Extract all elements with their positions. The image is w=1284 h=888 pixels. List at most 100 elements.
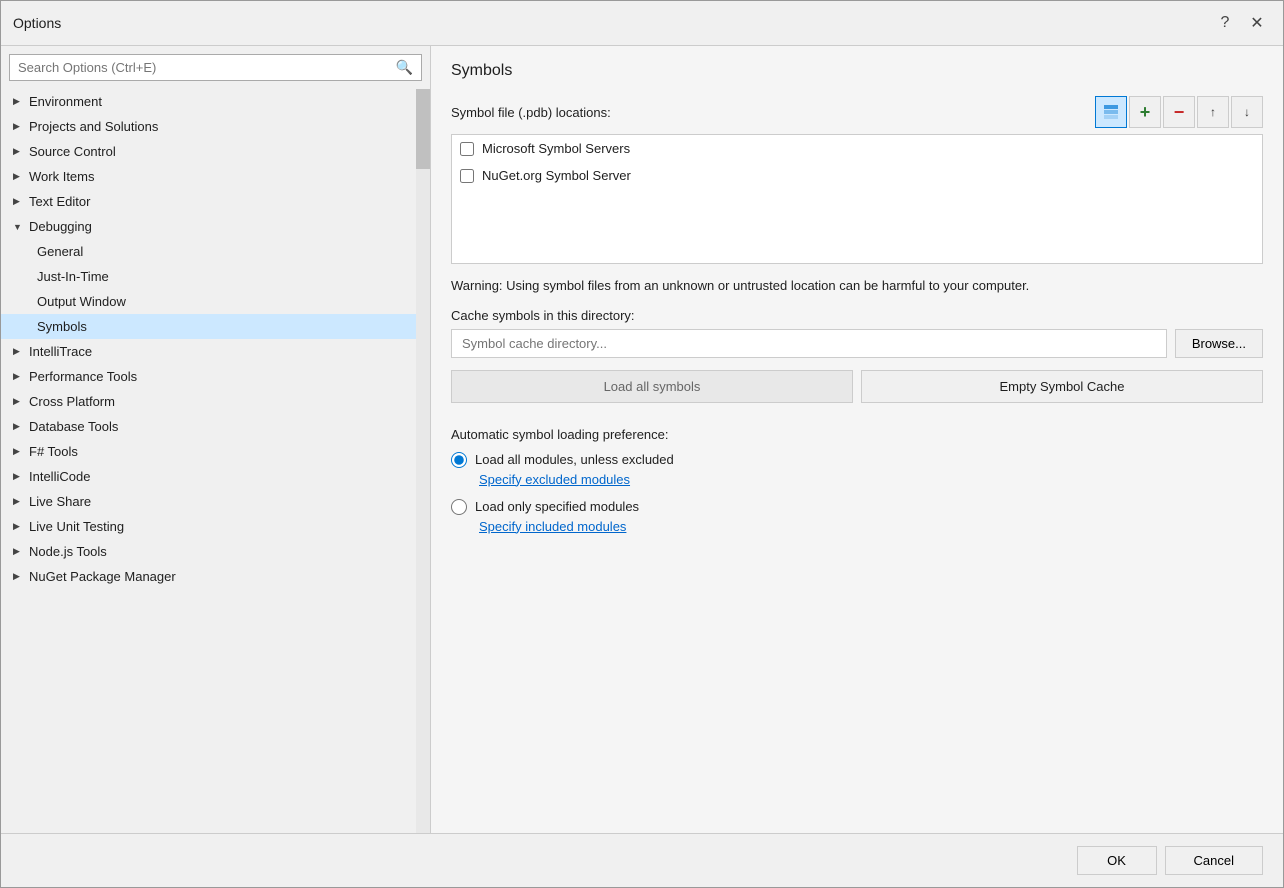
load-specified-radio[interactable] — [451, 499, 467, 515]
chevron-right-icon: ▶ — [13, 546, 25, 557]
chevron-right-icon: ▶ — [13, 96, 25, 107]
sidebar-item-symbols[interactable]: Symbols — [1, 314, 416, 339]
left-panel: 🔍 ▶ Environment ▶ Projects and Solutions — [1, 46, 431, 833]
sidebar-item-debugging[interactable]: ▼ Debugging — [1, 214, 416, 239]
sidebar-item-work-items[interactable]: ▶ Work Items — [1, 164, 416, 189]
load-all-label: Load all modules, unless excluded — [475, 452, 674, 467]
sidebar-item-live-share[interactable]: ▶ Live Share — [1, 489, 416, 514]
sidebar-item-fsharp-tools[interactable]: ▶ F# Tools — [1, 439, 416, 464]
sidebar-item-just-in-time[interactable]: Just-In-Time — [1, 264, 416, 289]
cache-directory-input[interactable] — [451, 329, 1167, 358]
chevron-right-icon: ▶ — [13, 171, 25, 182]
add-button[interactable]: + — [1129, 96, 1161, 128]
dialog-title: Options — [13, 15, 61, 31]
sidebar-item-label: Symbols — [37, 319, 87, 334]
sidebar-item-label: IntelliTrace — [29, 344, 92, 359]
cancel-button[interactable]: Cancel — [1165, 846, 1263, 875]
nuget-symbol-server-checkbox[interactable] — [460, 169, 474, 183]
empty-symbol-cache-button[interactable]: Empty Symbol Cache — [861, 370, 1263, 403]
sidebar-item-live-unit-testing[interactable]: ▶ Live Unit Testing — [1, 514, 416, 539]
chevron-down-icon: ▼ — [13, 222, 25, 232]
sidebar-item-label: NuGet Package Manager — [29, 569, 176, 584]
auto-load-label: Automatic symbol loading preference: — [451, 427, 1263, 442]
sidebar-item-label: Performance Tools — [29, 369, 137, 384]
help-button[interactable]: ? — [1211, 9, 1239, 37]
sidebar-item-text-editor[interactable]: ▶ Text Editor — [1, 189, 416, 214]
sidebar-item-intellitrace[interactable]: ▶ IntelliTrace — [1, 339, 416, 364]
chevron-right-icon: ▶ — [13, 371, 25, 382]
sidebar-item-nuget-package-manager[interactable]: ▶ NuGet Package Manager — [1, 564, 416, 589]
tree-list: ▶ Environment ▶ Projects and Solutions ▶… — [1, 89, 430, 589]
sidebar-item-label: Node.js Tools — [29, 544, 107, 559]
auto-load-section: Automatic symbol loading preference: Loa… — [451, 427, 1263, 546]
radio-option-load-all: Load all modules, unless excluded — [451, 452, 1263, 468]
toolbar-buttons: + − ↑ ↓ — [1095, 96, 1263, 128]
nuget-symbol-server-label: NuGet.org Symbol Server — [482, 168, 631, 183]
sidebar-item-general[interactable]: General — [1, 239, 416, 264]
close-button[interactable]: ✕ — [1243, 9, 1271, 37]
search-icon: 🔍 — [396, 59, 413, 76]
scrollbar-thumb[interactable] — [416, 89, 430, 169]
list-view-icon — [1103, 104, 1119, 120]
warning-text: Warning: Using symbol files from an unkn… — [451, 276, 1263, 296]
section-title: Symbols — [451, 62, 1263, 80]
scrollbar-track[interactable] — [416, 89, 430, 833]
title-bar: Options ? ✕ — [1, 1, 1283, 46]
sidebar-item-label: Database Tools — [29, 419, 118, 434]
list-item: NuGet.org Symbol Server — [452, 162, 1262, 189]
remove-button[interactable]: − — [1163, 96, 1195, 128]
chevron-right-icon: ▶ — [13, 346, 25, 357]
sidebar-item-label: Output Window — [37, 294, 126, 309]
sidebar-item-output-window[interactable]: Output Window — [1, 289, 416, 314]
move-down-button[interactable]: ↓ — [1231, 96, 1263, 128]
sidebar-item-label: Debugging — [29, 219, 92, 234]
ms-symbol-servers-checkbox[interactable] — [460, 142, 474, 156]
sidebar-item-cross-platform[interactable]: ▶ Cross Platform — [1, 389, 416, 414]
search-input[interactable] — [18, 60, 396, 75]
sidebar-item-label: Text Editor — [29, 194, 90, 209]
sidebar-item-environment[interactable]: ▶ Environment — [1, 89, 416, 114]
sidebar-item-intellicode[interactable]: ▶ IntelliCode — [1, 464, 416, 489]
ok-button[interactable]: OK — [1077, 846, 1157, 875]
sidebar-item-label: Work Items — [29, 169, 95, 184]
chevron-right-icon: ▶ — [13, 446, 25, 457]
specify-excluded-link[interactable]: Specify excluded modules — [479, 472, 1263, 487]
action-row: Load all symbols Empty Symbol Cache — [451, 370, 1263, 403]
sidebar-item-source-control[interactable]: ▶ Source Control — [1, 139, 416, 164]
sidebar-item-nodejs-tools[interactable]: ▶ Node.js Tools — [1, 539, 416, 564]
sidebar-item-label: F# Tools — [29, 444, 78, 459]
sidebar-item-label: Cross Platform — [29, 394, 115, 409]
symbol-locations-header: Symbol file (.pdb) locations: + − ↑ — [451, 96, 1263, 128]
search-box: 🔍 — [9, 54, 422, 81]
sidebar-item-database-tools[interactable]: ▶ Database Tools — [1, 414, 416, 439]
sidebar-item-label: IntelliCode — [29, 469, 90, 484]
dialog-content: 🔍 ▶ Environment ▶ Projects and Solutions — [1, 46, 1283, 833]
dialog-body: 🔍 ▶ Environment ▶ Projects and Solutions — [1, 46, 1283, 887]
sidebar-item-label: Projects and Solutions — [29, 119, 158, 134]
load-all-radio[interactable] — [451, 452, 467, 468]
dialog-footer: OK Cancel — [1, 833, 1283, 887]
sidebar-item-label: Live Unit Testing — [29, 519, 124, 534]
cache-row: Browse... — [451, 329, 1263, 358]
radio-option-load-specified: Load only specified modules — [451, 499, 1263, 515]
chevron-right-icon: ▶ — [13, 521, 25, 532]
chevron-right-icon: ▶ — [13, 496, 25, 507]
specify-included-link[interactable]: Specify included modules — [479, 519, 1263, 534]
load-all-symbols-button[interactable]: Load all symbols — [451, 370, 853, 403]
chevron-right-icon: ▶ — [13, 196, 25, 207]
load-specified-label: Load only specified modules — [475, 499, 639, 514]
tree-container: ▶ Environment ▶ Projects and Solutions ▶… — [1, 89, 430, 833]
chevron-right-icon: ▶ — [13, 571, 25, 582]
sidebar-item-projects-solutions[interactable]: ▶ Projects and Solutions — [1, 114, 416, 139]
sidebar-item-performance-tools[interactable]: ▶ Performance Tools — [1, 364, 416, 389]
chevron-right-icon: ▶ — [13, 121, 25, 132]
toggle-list-button[interactable] — [1095, 96, 1127, 128]
browse-button[interactable]: Browse... — [1175, 329, 1263, 358]
sidebar-item-label: Environment — [29, 94, 102, 109]
move-up-button[interactable]: ↑ — [1197, 96, 1229, 128]
chevron-right-icon: ▶ — [13, 146, 25, 157]
chevron-right-icon: ▶ — [13, 396, 25, 407]
title-bar-controls: ? ✕ — [1211, 9, 1271, 37]
chevron-right-icon: ▶ — [13, 471, 25, 482]
sidebar-item-label: General — [37, 244, 83, 259]
